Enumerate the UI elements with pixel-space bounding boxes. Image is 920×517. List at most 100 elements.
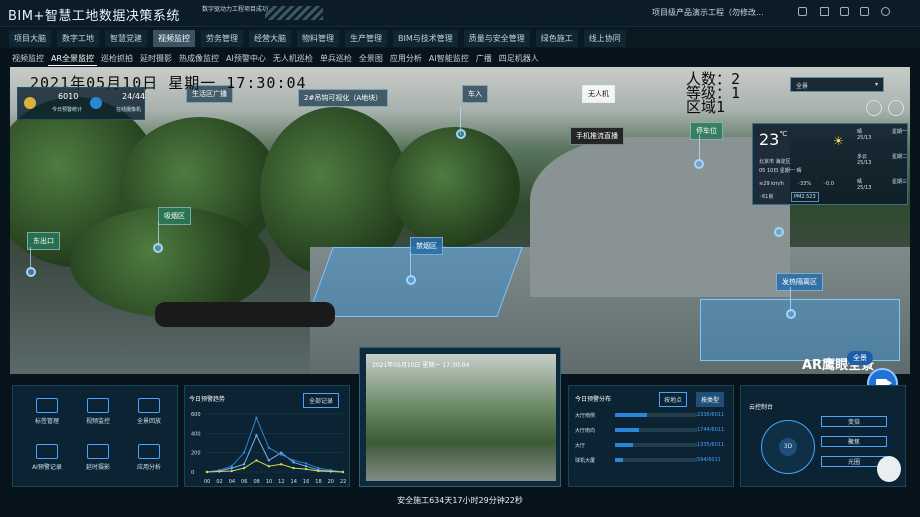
sub-tab[interactable]: AI预警中心 <box>223 52 269 65</box>
main-tab[interactable]: 绿色施工 <box>535 29 578 47</box>
quick-label[interactable]: 视频监控 <box>78 416 118 425</box>
playback-icon[interactable] <box>138 398 160 413</box>
map-pin[interactable] <box>456 129 466 139</box>
vehicle-entry-label[interactable]: 车入 <box>462 85 488 103</box>
warning-icon <box>24 97 36 109</box>
east-exit-label[interactable]: 东出口 <box>27 232 60 250</box>
main-tab[interactable]: 生产管理 <box>345 29 387 47</box>
main-tab[interactable]: 项目大脑 <box>9 29 51 47</box>
temperature-icon[interactable] <box>866 100 882 116</box>
data-point <box>341 470 345 474</box>
quick-label[interactable]: 标签管理 <box>27 416 67 425</box>
x-tick-label: 14 <box>291 479 297 485</box>
data-point <box>304 467 308 471</box>
sub-tab[interactable]: 延时摄影 <box>137 52 175 65</box>
map-pin[interactable] <box>694 159 704 169</box>
all-records-button[interactable]: 全部记录 <box>303 393 340 408</box>
warning-bar-fill <box>615 443 634 447</box>
timelapse-icon[interactable] <box>87 444 109 459</box>
main-tab[interactable]: 劳务管理 <box>201 29 243 47</box>
main-tab[interactable]: 智慧党建 <box>105 29 147 47</box>
calendar-icon[interactable] <box>860 7 869 16</box>
decorative-stripes <box>265 6 323 20</box>
sub-tab[interactable]: 广播 <box>473 52 495 65</box>
user-icon[interactable] <box>881 7 890 16</box>
iris-label: 光圈 <box>847 459 860 466</box>
quarantine-label[interactable]: 发热隔离区 <box>776 273 823 291</box>
quick-label[interactable]: 应用分析 <box>129 462 169 471</box>
no-smoking-label[interactable]: 禁烟区 <box>410 237 443 255</box>
data-point <box>242 451 246 454</box>
by-location-button[interactable]: 按地点 <box>659 392 688 407</box>
smoking-area-label[interactable]: 吸烟区 <box>158 207 191 225</box>
focus-control[interactable]: 聚焦 <box>821 436 887 447</box>
hud-info: 人数：2 等级：1 区域1 <box>686 72 740 115</box>
warning-title: 今日预警分布 <box>575 396 612 403</box>
hook-camera-label[interactable]: 2#吊钩可视化（A地块） <box>298 89 389 107</box>
sub-tab[interactable]: AR全景监控 <box>48 52 98 66</box>
tag-manage-icon[interactable] <box>36 398 58 413</box>
weather-date: 05 10日 星期一 晴 <box>759 168 802 174</box>
ptz-3d-button[interactable]: 3D <box>779 438 797 456</box>
map-pin[interactable] <box>786 309 796 319</box>
live-stream-label[interactable]: 手机推流直播 <box>570 127 624 145</box>
weather-humidity: 33% <box>799 181 812 187</box>
quick-label[interactable]: 延时摄影 <box>78 462 118 471</box>
main-tab[interactable]: 质量与安全管理 <box>463 29 530 47</box>
main-tab[interactable]: BIM与技术管理 <box>393 29 458 47</box>
map-pin[interactable] <box>153 243 163 253</box>
camera-thumbnail[interactable]: 2021年05月10日 星期一 17:30:04 <box>359 347 561 487</box>
panorama-toggle[interactable]: 全景 <box>847 351 873 365</box>
sub-tab[interactable]: 单兵巡检 <box>317 52 355 65</box>
scope-select[interactable]: 全景 ▾ <box>790 77 884 92</box>
sub-tab[interactable]: AI智能监控 <box>426 52 472 65</box>
video-monitor-icon[interactable] <box>87 398 109 413</box>
main-tab[interactable]: 物料管理 <box>297 29 339 47</box>
map-pin[interactable] <box>26 267 36 277</box>
weather-unit: ℃ <box>779 130 788 138</box>
focus-label: 聚焦 <box>847 439 860 446</box>
zoom-control[interactable]: 变倍 <box>821 416 887 427</box>
sub-tab[interactable]: 四足机器人 <box>496 52 542 65</box>
x-tick-label: 06 <box>241 479 247 485</box>
warning-bar <box>615 443 697 447</box>
ai-alert-icon[interactable] <box>36 444 58 459</box>
data-point <box>267 465 271 468</box>
data-point <box>279 453 283 456</box>
parking-label[interactable]: 停车位 <box>690 122 723 140</box>
forecast-day: 星期三 <box>891 179 907 185</box>
screen-icon[interactable] <box>820 7 829 16</box>
main-tab[interactable]: 线上协同 <box>583 29 626 47</box>
main-tab[interactable]: 数字工地 <box>57 29 99 47</box>
x-tick-label: 04 <box>229 479 235 485</box>
map-pin[interactable] <box>774 227 784 237</box>
data-point <box>317 469 320 473</box>
project-selector[interactable]: 项目级产品演示工程（勿修改... <box>652 7 764 18</box>
sub-tab[interactable]: 全景图 <box>356 52 386 65</box>
quick-label[interactable]: AI预警记录 <box>27 462 67 471</box>
map-pin[interactable] <box>406 275 416 285</box>
qr-icon[interactable] <box>798 7 807 16</box>
sub-tab[interactable]: 视频监控 <box>9 52 47 65</box>
sub-tab[interactable]: 无人机巡检 <box>270 52 316 65</box>
camera-icon <box>90 97 102 109</box>
sub-tab[interactable]: 热成像监控 <box>176 52 222 65</box>
ptz-dpad[interactable]: 3D <box>761 420 815 474</box>
weather-rain: 0.0 <box>825 181 834 187</box>
x-tick-label: 02 <box>216 479 222 485</box>
quick-label[interactable]: 全景回放 <box>129 416 169 425</box>
data-point <box>230 469 233 473</box>
main-tab[interactable]: 经营大脑 <box>249 29 291 47</box>
drone-label[interactable]: 无人机 <box>582 85 615 103</box>
by-type-button[interactable]: 按类型 <box>696 392 725 407</box>
sub-tab[interactable]: 巡检抓拍 <box>98 52 136 65</box>
sub-tab[interactable]: 应用分析 <box>387 52 425 65</box>
ar-panorama-view[interactable]: 生活区广播 2#吊钩可视化（A地块） 车入 无人机 手机推流直播 停车位 吸烟区… <box>10 67 910 374</box>
series-line <box>206 434 344 473</box>
humidity-icon[interactable] <box>888 100 904 116</box>
data-point <box>317 466 320 470</box>
analysis-icon[interactable] <box>138 444 160 459</box>
main-tab[interactable]: 视频监控 <box>153 29 195 47</box>
document-icon[interactable] <box>840 7 849 16</box>
sub-nav: 视频监控 AR全景监控 巡检抓拍 延时摄影 热成像监控 AI预警中心 无人机巡检 单兵巡检 全景… <box>0 50 920 67</box>
